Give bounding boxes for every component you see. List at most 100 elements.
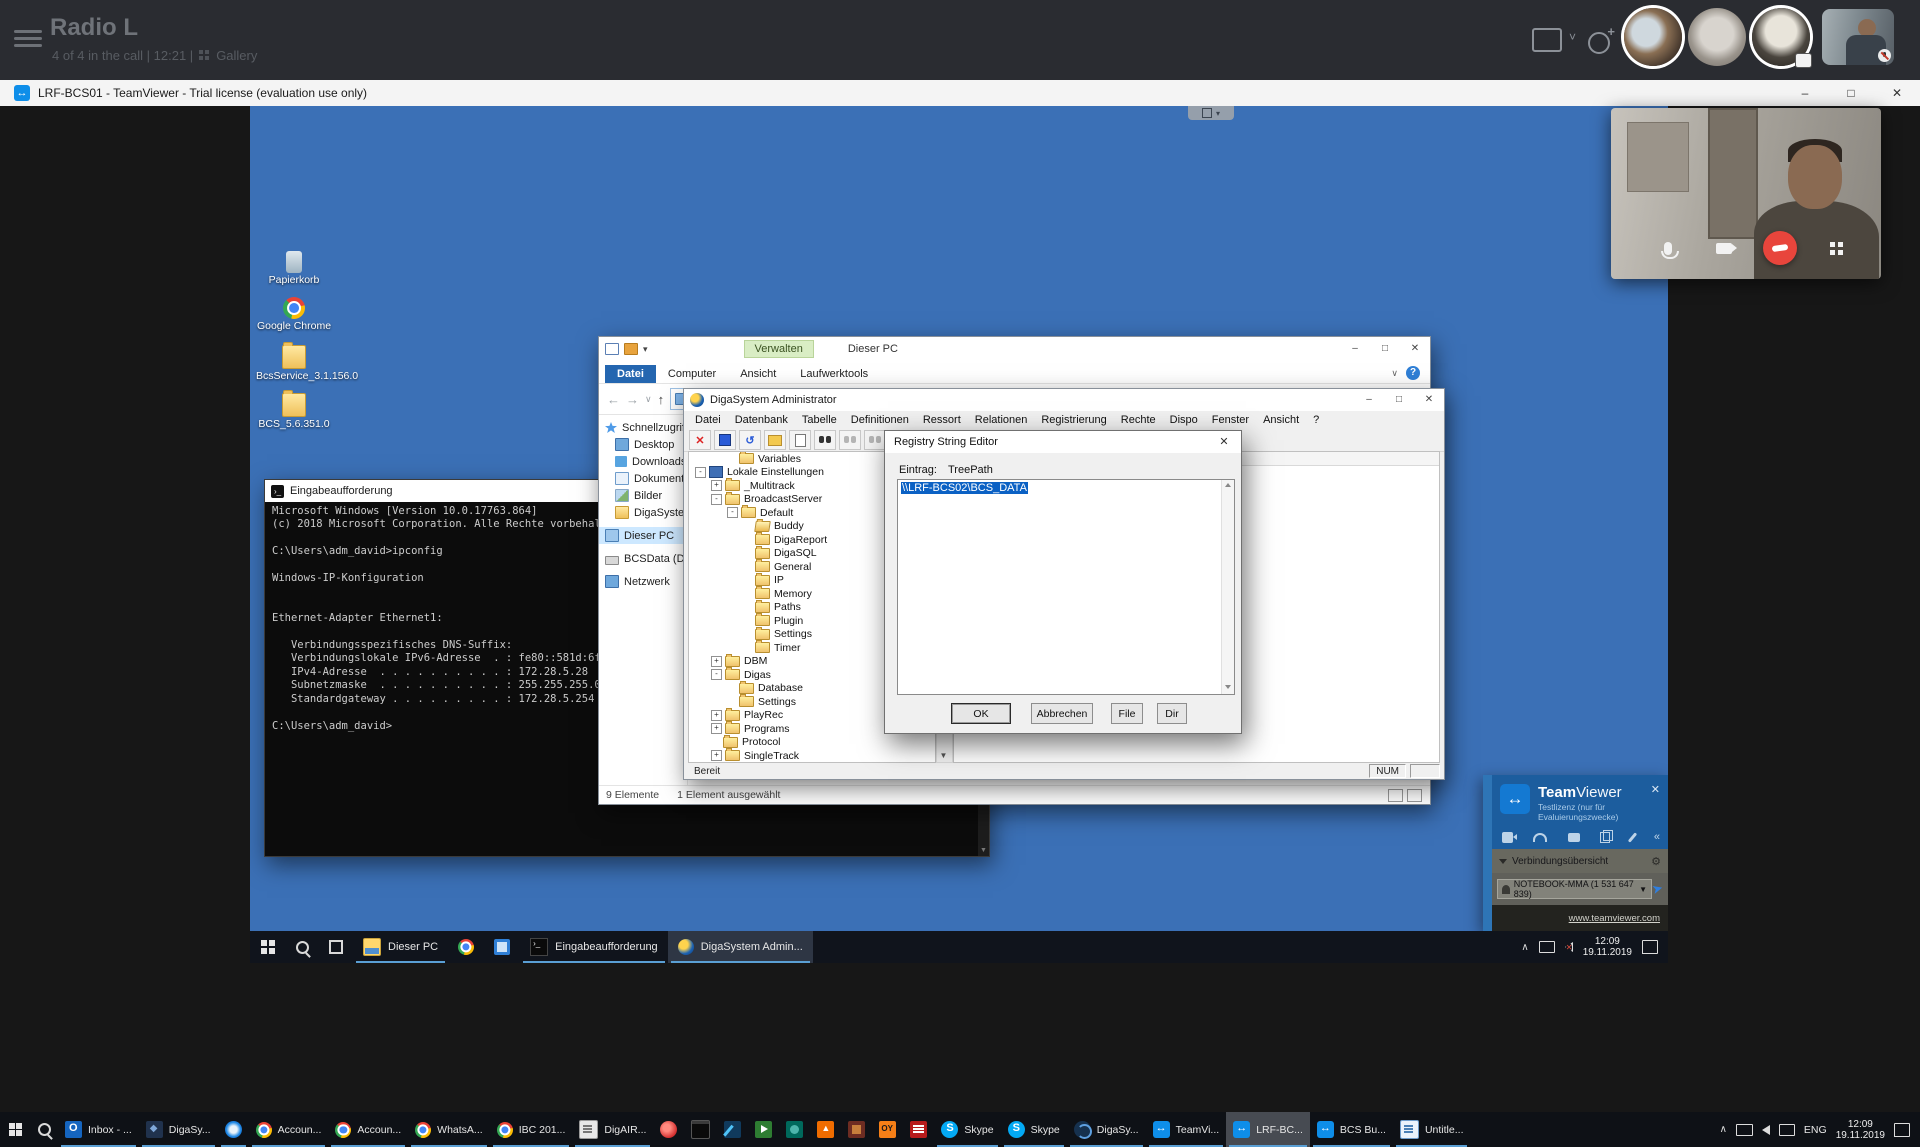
undo-icon[interactable]: ↺: [739, 430, 761, 450]
expander-icon[interactable]: -: [695, 467, 706, 478]
taskbar-button-digasystem[interactable]: DigaSystem Admin...: [668, 931, 813, 963]
menu-item-tabelle[interactable]: Tabelle: [795, 414, 844, 426]
start-button[interactable]: [0, 1112, 31, 1147]
taskbar-button-start[interactable]: [250, 931, 286, 963]
session-toolbar-tab[interactable]: ▾: [1188, 106, 1234, 120]
teamviewer-link[interactable]: www.teamviewer.com: [1569, 913, 1660, 924]
tab-ansicht[interactable]: Ansicht: [728, 365, 788, 383]
menu-item-definitionen[interactable]: Definitionen: [844, 414, 916, 426]
menu-item-?[interactable]: ?: [1306, 414, 1326, 426]
menu-item-ressort[interactable]: Ressort: [916, 414, 968, 426]
taskbar-button-chrome[interactable]: Accoun...: [328, 1112, 408, 1147]
clock[interactable]: 12:0919.11.2019: [1583, 936, 1632, 958]
taskbar-button-skype[interactable]: Skype: [1001, 1112, 1067, 1147]
taskbar-button-green-play[interactable]: [748, 1112, 779, 1147]
dir-button[interactable]: Dir: [1157, 703, 1187, 724]
whiteboard-icon[interactable]: [1627, 832, 1636, 842]
taskbar-button-blue-pen[interactable]: [717, 1112, 748, 1147]
tab-computer[interactable]: Computer: [656, 365, 728, 383]
taskbar-button-teal-app[interactable]: [779, 1112, 810, 1147]
hidden-icons-chevron[interactable]: ∧: [1521, 942, 1528, 953]
search-button[interactable]: [31, 1112, 58, 1147]
desktop-icon-folder[interactable]: BCS_5.6.351.0: [256, 393, 332, 430]
minimize-button[interactable]: –: [1354, 389, 1384, 411]
taskbar-button-search[interactable]: [286, 931, 319, 963]
taskbar-button-maroon-app[interactable]: [841, 1112, 872, 1147]
taskbar-button-timber-app[interactable]: [903, 1112, 934, 1147]
sidebar-item-digasystem[interactable]: DigaSystem: [599, 504, 687, 521]
expander-icon[interactable]: +: [711, 480, 722, 491]
hidden-icons-chevron[interactable]: ∧: [1720, 1124, 1727, 1135]
taskbar-button-red-swirl[interactable]: [653, 1112, 684, 1147]
taskbar-button-teamviewer[interactable]: BCS Bu...: [1310, 1112, 1393, 1147]
action-center-icon[interactable]: [1642, 940, 1658, 954]
chat-icon[interactable]: [1568, 833, 1580, 842]
up-icon[interactable]: ↑: [658, 392, 665, 407]
taskbar-button-chrome[interactable]: [448, 931, 484, 963]
sidebar-item-desktop[interactable]: Desktop: [599, 436, 687, 453]
back-icon[interactable]: ←: [607, 392, 620, 407]
qat-dropdown-icon[interactable]: ▾: [643, 344, 648, 355]
taskbar-button-skype[interactable]: Skype: [934, 1112, 1000, 1147]
screen-share-icon[interactable]: [1532, 28, 1562, 52]
menu-item-dispo[interactable]: Dispo: [1163, 414, 1205, 426]
close-icon[interactable]: ✕: [1207, 431, 1241, 453]
menu-item-datei[interactable]: Datei: [688, 414, 728, 426]
contextual-tab-verwalten[interactable]: Verwalten: [744, 340, 814, 358]
save-icon[interactable]: [714, 430, 736, 450]
taskbar-button-oy-app[interactable]: [872, 1112, 903, 1147]
network-icon[interactable]: [1539, 941, 1555, 953]
collapse-icon[interactable]: «: [1654, 832, 1660, 843]
self-video-thumbnail[interactable]: [1822, 9, 1894, 65]
menu-item-rechte[interactable]: Rechte: [1114, 414, 1163, 426]
menu-item-fenster[interactable]: Fenster: [1205, 414, 1256, 426]
sidebar-item-schnellzugriff[interactable]: Schnellzugriff: [599, 419, 687, 436]
menu-item-relationen[interactable]: Relationen: [968, 414, 1035, 426]
help-icon[interactable]: ?: [1406, 366, 1420, 380]
taskbar-button-orange-app[interactable]: [810, 1112, 841, 1147]
quick-access-toolbar[interactable]: ▾: [605, 343, 648, 355]
dialog-titlebar[interactable]: Registry String Editor ✕: [885, 431, 1241, 453]
expander-icon[interactable]: -: [711, 669, 722, 680]
explorer-titlebar[interactable]: ▾ Verwalten Dieser PC – □ ✕: [599, 337, 1430, 361]
sidebar-item-downloads[interactable]: Downloads: [599, 453, 687, 470]
participant-avatar[interactable]: [1752, 8, 1810, 66]
sidebar-item-bcsdata-d-[interactable]: BCSData (D:): [599, 550, 687, 567]
minimize-button[interactable]: –: [1340, 338, 1370, 360]
expander-icon[interactable]: +: [711, 656, 722, 667]
taskbar-button-diga-blue[interactable]: DigaSy...: [1067, 1112, 1146, 1147]
menu-item-datenbank[interactable]: Datenbank: [728, 414, 795, 426]
connection-overview-header[interactable]: Verbindungsübersicht ⚙: [1492, 849, 1668, 873]
language-indicator[interactable]: ENG: [1804, 1124, 1827, 1136]
close-button[interactable]: ✕: [1874, 80, 1920, 106]
gallery-label[interactable]: Gallery: [216, 48, 257, 63]
taskbar-button-task-view[interactable]: [319, 931, 353, 963]
desktop-icon-chrome[interactable]: Google Chrome: [256, 297, 332, 332]
expander-icon[interactable]: -: [727, 507, 738, 518]
taskbar-button-blue-app[interactable]: [484, 931, 520, 963]
taskbar-button-chrome[interactable]: IBC 201...: [490, 1112, 573, 1147]
camera-button[interactable]: [1707, 231, 1741, 265]
gallery-button[interactable]: [1819, 231, 1853, 265]
desktop-icon-recycle-bin[interactable]: Papierkorb: [256, 251, 332, 286]
digasystem-titlebar[interactable]: DigaSystem Administrator – □ ✕: [684, 389, 1444, 411]
taskbar-button-chrome[interactable]: WhatsA...: [408, 1112, 490, 1147]
recent-dropdown-icon[interactable]: ∨: [645, 394, 652, 405]
expander-icon[interactable]: +: [711, 750, 722, 761]
taskbar-button-compass[interactable]: [218, 1112, 249, 1147]
taskbar-button-teamviewer[interactable]: TeamVi...: [1146, 1112, 1227, 1147]
tree-node[interactable]: Protocol: [689, 736, 935, 750]
taskbar-button-explorer[interactable]: Dieser PC: [353, 931, 448, 963]
taskbar-button-outlook[interactable]: Inbox - ...: [58, 1112, 139, 1147]
close-button[interactable]: ✕: [1400, 338, 1430, 360]
minimize-button[interactable]: –: [1782, 80, 1828, 106]
taskbar-button-teamviewer[interactable]: LRF-BC...: [1226, 1112, 1310, 1147]
sidebar-item-dieser-pc[interactable]: Dieser PC: [599, 527, 687, 544]
ok-button[interactable]: OK: [951, 703, 1011, 724]
filetransfer-icon[interactable]: [1600, 832, 1610, 843]
thumbnails-view-icon[interactable]: [1407, 789, 1422, 802]
video-icon[interactable]: [1502, 832, 1513, 843]
sidebar-item-dokumente[interactable]: Dokumente: [599, 470, 687, 487]
taskbar-button-chrome[interactable]: Accoun...: [249, 1112, 329, 1147]
value-text-area[interactable]: \\LRF-BCS02\BCS_DATA: [897, 479, 1235, 695]
